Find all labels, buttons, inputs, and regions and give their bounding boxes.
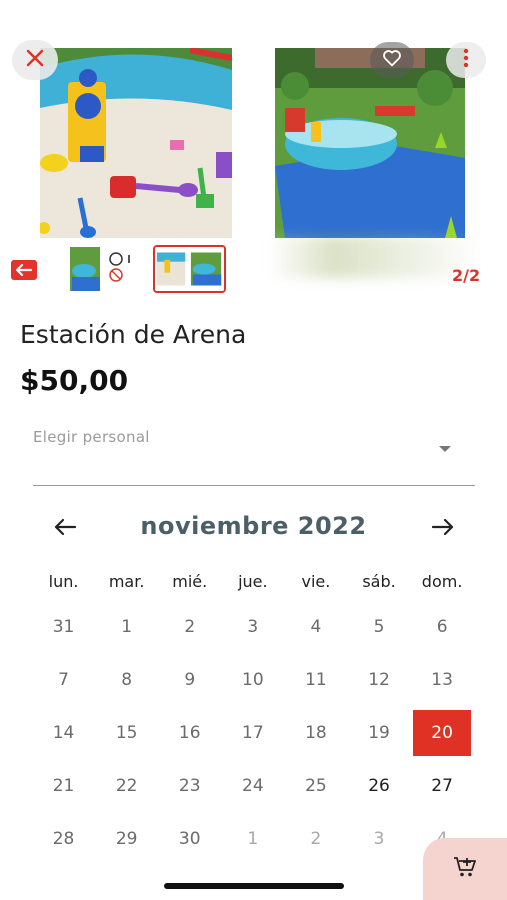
- calendar-day[interactable]: 25: [284, 759, 347, 812]
- weekday-label: vie.: [301, 572, 331, 591]
- calendar-day[interactable]: 27: [411, 759, 474, 812]
- calendar-day[interactable]: 26: [347, 759, 410, 812]
- calendar-day[interactable]: 23: [158, 759, 221, 812]
- close-icon: [26, 49, 44, 71]
- add-to-cart-icon: [453, 856, 477, 882]
- calendar-day[interactable]: 28: [32, 812, 95, 865]
- calendar-day[interactable]: 22: [95, 759, 158, 812]
- calendar-day: 14: [52, 722, 75, 743]
- calendar-day: 3: [247, 616, 259, 637]
- gallery-page-counter: 2/2: [452, 266, 481, 285]
- arrow-left-icon: [15, 261, 33, 280]
- gallery-fade-overlay: [270, 236, 480, 278]
- calendar-day-selected[interactable]: 20: [411, 706, 474, 759]
- calendar-day: 16: [178, 722, 201, 743]
- calendar-day: 1: [121, 616, 133, 637]
- add-to-cart-button[interactable]: [423, 838, 507, 900]
- calendar-day: 31: [52, 616, 75, 637]
- weekday-label: mar.: [108, 572, 145, 591]
- more-options-button[interactable]: [446, 42, 486, 78]
- product-thumbnail-1[interactable]: [66, 245, 140, 293]
- calendar-day: 4: [310, 616, 322, 637]
- calendar-day: 13: [431, 669, 453, 690]
- heart-icon: [382, 49, 402, 71]
- more-vert-icon: [463, 48, 469, 72]
- product-photo-pool[interactable]: [275, 48, 465, 238]
- calendar-header: noviembre 2022: [0, 508, 507, 548]
- calendar-day[interactable]: 29: [95, 812, 158, 865]
- calendar-day: 12: [368, 669, 390, 690]
- weekday-label: mié.: [172, 572, 208, 591]
- calendar-day[interactable]: 30: [158, 812, 221, 865]
- selected-day-label: 20: [413, 709, 472, 756]
- calendar-day[interactable]: 21: [32, 759, 95, 812]
- calendar-weekday-row: lun. mar. mié. jue. vie. sáb. dom.: [32, 572, 474, 591]
- calendar-day: 17: [242, 722, 264, 743]
- product-thumbnail-2[interactable]: [153, 245, 226, 293]
- calendar-day-next-month: 2: [310, 828, 322, 849]
- staff-select-label: Elegir personal: [33, 428, 150, 446]
- product-gallery[interactable]: 2/2: [0, 0, 507, 300]
- calendar-day: 11: [305, 669, 327, 690]
- calendar-day: 18: [305, 722, 327, 743]
- calendar-day-grid: 31 1 2 3 4 5 6 7 8 9 10 11 12 13 14 15 1…: [32, 600, 474, 865]
- staff-select[interactable]: Elegir personal: [33, 420, 475, 486]
- product-title: Estación de Arena: [20, 320, 247, 349]
- calendar-day: 5: [373, 616, 385, 637]
- favorite-button[interactable]: [370, 42, 414, 78]
- arrow-right-icon: [431, 517, 455, 541]
- weekday-label: sáb.: [362, 572, 396, 591]
- calendar-day: 6: [436, 616, 448, 637]
- calendar-day-next-month: 1: [247, 828, 259, 849]
- weekday-label: lun.: [48, 572, 79, 591]
- gallery-back-button[interactable]: [11, 260, 37, 280]
- calendar-day: 2: [184, 616, 196, 637]
- product-photo-sandbox[interactable]: [40, 48, 232, 238]
- calendar-day: 10: [242, 669, 264, 690]
- dropdown-caret-icon: [439, 446, 451, 452]
- next-month-button[interactable]: [428, 514, 458, 544]
- weekday-label: jue.: [238, 572, 268, 591]
- weekday-label: dom.: [421, 572, 463, 591]
- calendar-day-next-month: 3: [373, 828, 385, 849]
- calendar-day[interactable]: 24: [221, 759, 284, 812]
- calendar-day: 8: [121, 669, 133, 690]
- close-button[interactable]: [12, 40, 58, 80]
- calendar-day: 15: [115, 722, 138, 743]
- calendar-day: 19: [368, 722, 390, 743]
- calendar-day: 7: [58, 669, 69, 690]
- home-indicator: [164, 883, 344, 889]
- product-price: $50,00: [20, 364, 129, 397]
- calendar-day: 9: [184, 669, 196, 690]
